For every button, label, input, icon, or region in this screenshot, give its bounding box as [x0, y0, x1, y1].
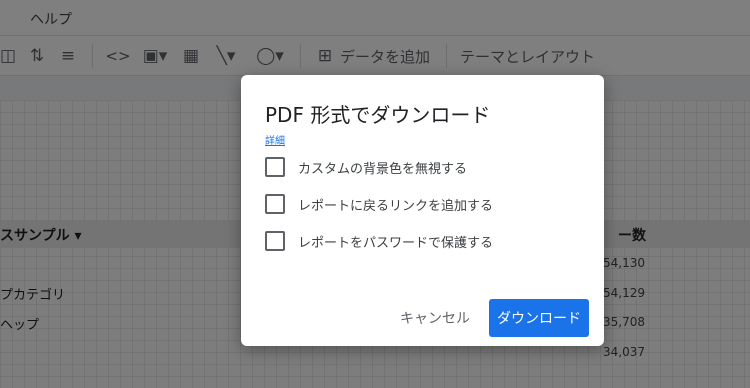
dialog-title: PDF 形式でダウンロード [265, 103, 491, 127]
cancel-button[interactable]: キャンセル [391, 302, 479, 334]
ignore-background-checkbox[interactable] [265, 157, 285, 177]
details-link[interactable]: 詳細 [265, 132, 285, 147]
download-button[interactable]: ダウンロード [489, 299, 589, 337]
password-protect-checkbox[interactable] [265, 231, 285, 251]
pdf-download-dialog: PDF 形式でダウンロード 詳細 カスタムの背景色を無視する レポートに戻るリン… [241, 75, 604, 346]
ignore-background-label: カスタムの背景色を無視する [298, 162, 468, 177]
add-return-link-label: レポートに戻るリンクを追加する [298, 199, 494, 214]
password-protect-label: レポートをパスワードで保護する [298, 236, 494, 251]
add-return-link-checkbox[interactable] [265, 194, 285, 214]
